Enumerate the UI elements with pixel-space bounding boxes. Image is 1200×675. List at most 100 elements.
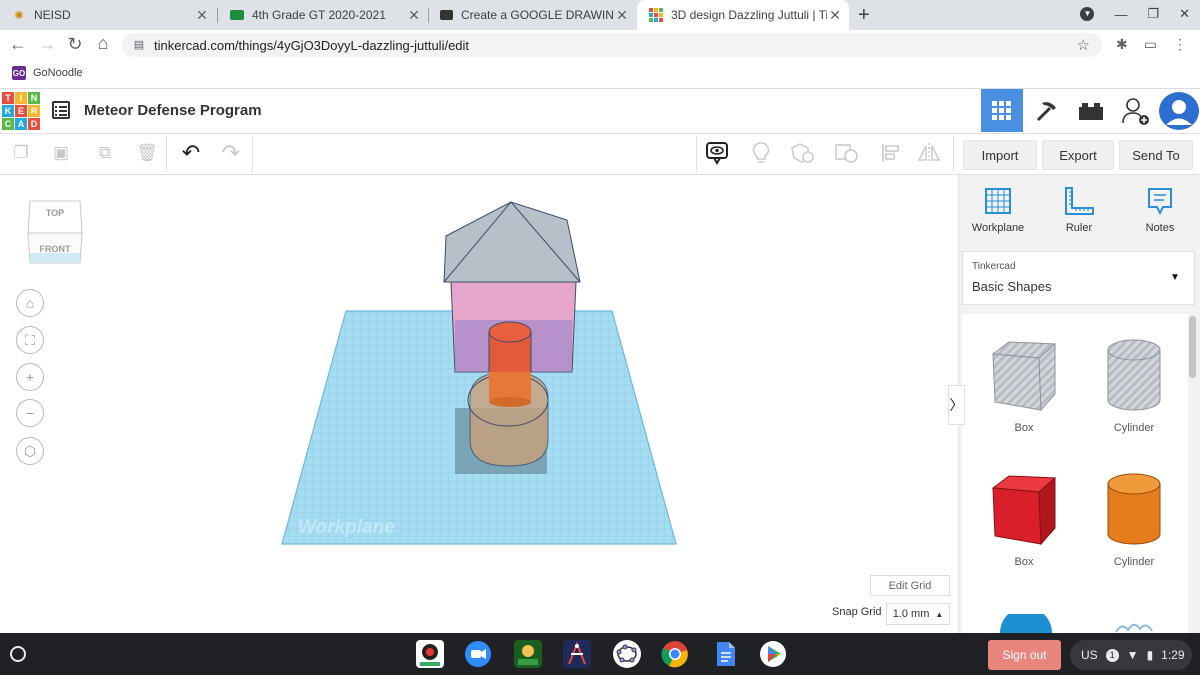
app-dance[interactable] — [563, 640, 591, 668]
pickaxe-icon — [1036, 101, 1056, 121]
blocks-view-button[interactable] — [1026, 89, 1068, 132]
shape-label: Box — [1014, 422, 1034, 434]
dropdown-caret-icon[interactable]: ▼ — [1170, 272, 1180, 283]
share-user-button[interactable] — [1114, 89, 1156, 132]
zoom-in-icon[interactable]: + — [16, 363, 44, 391]
workplane-icon — [985, 188, 1011, 214]
view-cube[interactable]: TOP FRONT — [26, 197, 84, 265]
app-play-store[interactable] — [759, 640, 787, 668]
snap-grid-select[interactable]: 1.0 mm ▲ — [886, 603, 950, 625]
close-window-icon[interactable]: ✕ — [1179, 6, 1190, 22]
edit-grid-button[interactable]: Edit Grid — [870, 575, 950, 596]
fit-view-icon[interactable]: ⛶ — [16, 326, 44, 354]
orange-cylinder[interactable] — [488, 321, 532, 407]
new-tab-button[interactable]: + — [858, 4, 870, 27]
shape-box-red[interactable]: Box — [969, 470, 1079, 568]
bookmark-gonoodle[interactable]: GO GoNoodle — [12, 66, 83, 80]
undo-icon[interactable]: ↶ — [178, 140, 204, 166]
tab-neisd[interactable]: ✺ NEISD ✕ — [0, 0, 216, 30]
app-zoom[interactable] — [464, 640, 492, 668]
logo-letter: E — [15, 105, 27, 117]
snap-grid-label: Snap Grid — [832, 606, 882, 618]
workplane-tool[interactable]: Workplane — [963, 186, 1033, 234]
collapse-panel-button[interactable]: 〉 — [948, 385, 965, 425]
align-icon[interactable] — [878, 140, 904, 166]
import-button[interactable]: Import — [963, 140, 1037, 170]
view-cube-front[interactable]: FRONT — [26, 244, 84, 254]
forward-icon[interactable]: → — [37, 34, 57, 55]
perspective-icon[interactable]: ⬡ — [16, 437, 44, 465]
keyboard-layout: US — [1081, 648, 1098, 662]
bookmark-star-icon[interactable]: ☆ — [1077, 36, 1090, 54]
design-menu-icon[interactable] — [52, 101, 70, 119]
toolbar-divider — [166, 136, 167, 172]
panel-scrollbar[interactable] — [1189, 316, 1196, 378]
sphere-shape-partial[interactable] — [996, 614, 1056, 633]
comment-eye-icon — [706, 142, 728, 165]
reload-icon[interactable]: ↻ — [65, 34, 85, 55]
close-tab-icon[interactable]: ✕ — [194, 7, 210, 24]
scribble-shape-partial[interactable] — [1112, 620, 1162, 633]
logo-letter: A — [15, 118, 27, 130]
ungroup-icon[interactable] — [834, 140, 860, 166]
ruler-tool[interactable]: Ruler — [1044, 186, 1114, 234]
close-tab-icon[interactable]: ✕ — [406, 7, 422, 24]
shape-cylinder-hole[interactable]: Cylinder — [1079, 336, 1189, 434]
duplicate-icon[interactable]: ⧉ — [92, 140, 118, 166]
battery-icon: ▮ — [1146, 648, 1154, 662]
shape-box-hole[interactable]: Box — [969, 336, 1079, 434]
cast-icon[interactable]: ▭ — [1144, 36, 1157, 53]
more-menu-icon[interactable]: ⋮ — [1173, 36, 1187, 53]
tinkercad-logo[interactable]: T I N K E R C A D — [2, 92, 40, 130]
house-roof[interactable] — [443, 201, 581, 283]
copy-icon[interactable]: ❐ — [8, 140, 34, 166]
library-category: Basic Shapes — [972, 279, 1052, 294]
delete-icon[interactable]: 🗑 — [134, 140, 160, 166]
wifi-icon: ▼ — [1126, 648, 1139, 662]
send-to-button[interactable]: Send To — [1119, 140, 1193, 170]
group-icon[interactable] — [790, 140, 816, 166]
paste-icon[interactable]: ▣ — [48, 140, 74, 166]
zoom-out-icon[interactable]: − — [16, 399, 44, 427]
redo-icon[interactable]: ↷ — [218, 140, 244, 166]
shape-cylinder-orange[interactable]: Cylinder — [1079, 470, 1189, 568]
tab-search-icon[interactable]: ▼ — [1080, 7, 1095, 21]
extensions-icon[interactable]: ✱ — [1116, 36, 1128, 53]
tab-google-drawing[interactable]: Create a GOOGLE DRAWING of Y ✕ — [428, 0, 636, 30]
tab-tinkercad[interactable]: 3D design Dazzling Juttuli | Tink ✕ — [637, 0, 849, 30]
bricks-view-button[interactable] — [1070, 89, 1112, 132]
sign-out-button[interactable]: Sign out — [988, 640, 1061, 670]
caret-up-icon: ▲ — [935, 609, 944, 619]
close-tab-icon[interactable]: ✕ — [827, 7, 843, 24]
app-chrome[interactable] — [661, 640, 689, 668]
shape-label: Cylinder — [1113, 556, 1155, 568]
extension-icons: ✱ ▭ ⋮ — [1116, 36, 1187, 53]
notes-tool[interactable]: Notes — [1125, 186, 1195, 234]
export-button[interactable]: Export — [1042, 140, 1114, 170]
notes-tool-label: Notes — [1145, 222, 1175, 234]
home-icon[interactable]: ⌂ — [93, 33, 113, 54]
minimize-icon[interactable]: — — [1114, 7, 1127, 22]
tab-title: NEISD — [34, 8, 71, 22]
restore-icon[interactable]: ❐ — [1147, 6, 1159, 22]
app-typingclub[interactable] — [514, 640, 542, 668]
lightbulb-icon[interactable] — [748, 140, 774, 166]
app-screencastify[interactable] — [416, 640, 444, 668]
view-cube-top[interactable]: TOP — [26, 208, 84, 218]
design-title[interactable]: Meteor Defense Program — [84, 102, 262, 119]
launcher-icon[interactable] — [10, 646, 26, 662]
3d-view-button[interactable] — [981, 89, 1023, 132]
shape-library-select[interactable] — [962, 251, 1195, 305]
tab-4th-grade-gt[interactable]: 4th Grade GT 2020-2021 ✕ — [218, 0, 428, 30]
site-info-icon[interactable]: ▤ — [132, 38, 146, 52]
status-tray[interactable]: US 1 ▼ ▮ 1:29 — [1070, 640, 1192, 670]
home-view-icon[interactable]: ⌂ — [16, 289, 44, 317]
address-bar[interactable]: ▤ tinkercad.com/things/4yGjO3DoyyL-dazzl… — [122, 33, 1102, 57]
back-icon[interactable]: ← — [8, 34, 28, 55]
user-avatar[interactable] — [1159, 92, 1199, 130]
close-tab-icon[interactable]: ✕ — [614, 7, 630, 24]
app-geogebra[interactable] — [613, 640, 641, 668]
app-google-docs[interactable] — [711, 640, 739, 668]
notes-visibility-button[interactable] — [704, 140, 730, 166]
mirror-icon[interactable] — [916, 140, 942, 166]
